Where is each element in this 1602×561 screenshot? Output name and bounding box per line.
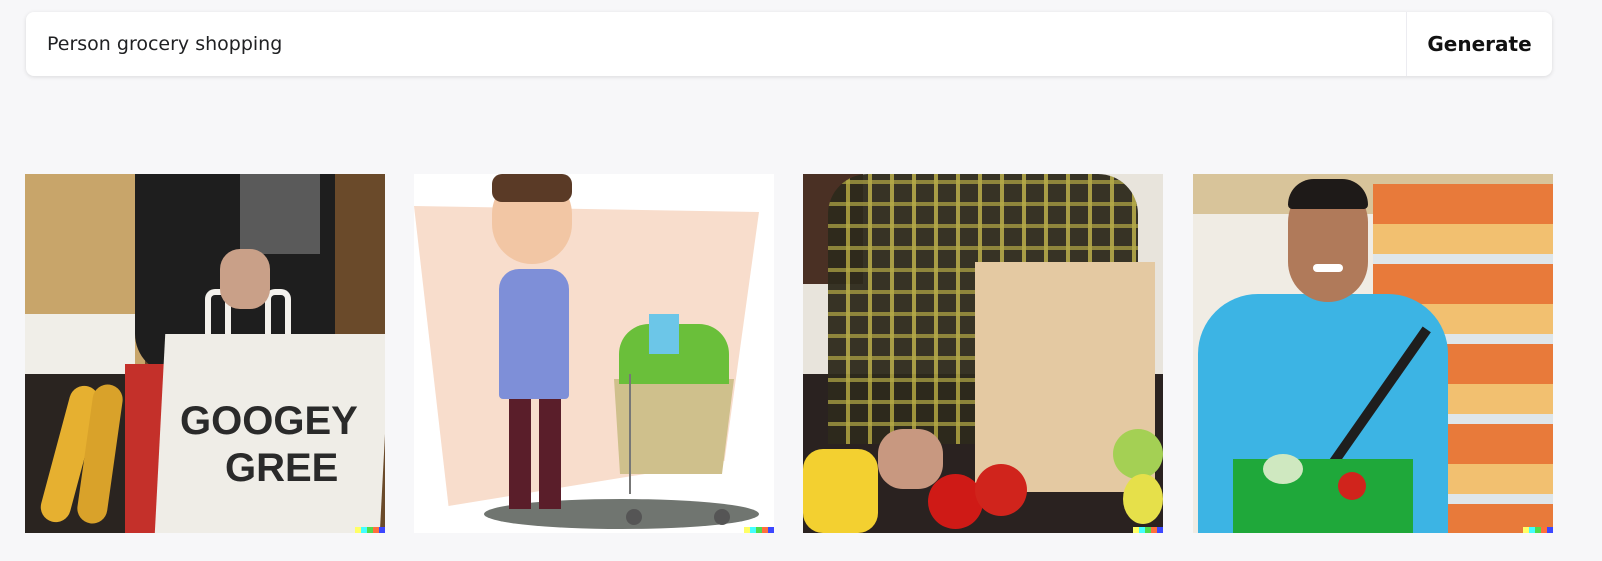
watermark-icon [1133,527,1163,533]
bag-text-line1: GOOGEY [180,399,358,443]
prompt-bar: Generate [26,12,1552,76]
watermark-icon [355,527,385,533]
bag-text-line2: GREE [225,446,339,490]
watermark-icon [744,527,774,533]
generated-image-1[interactable]: GOOGEY GREE [25,174,385,533]
prompt-input[interactable] [26,12,1406,76]
generate-button[interactable]: Generate [1406,12,1552,76]
generated-image-3[interactable] [803,174,1163,533]
watermark-icon [1523,527,1553,533]
generated-image-2[interactable] [414,174,774,533]
generated-image-4[interactable] [1193,174,1553,533]
